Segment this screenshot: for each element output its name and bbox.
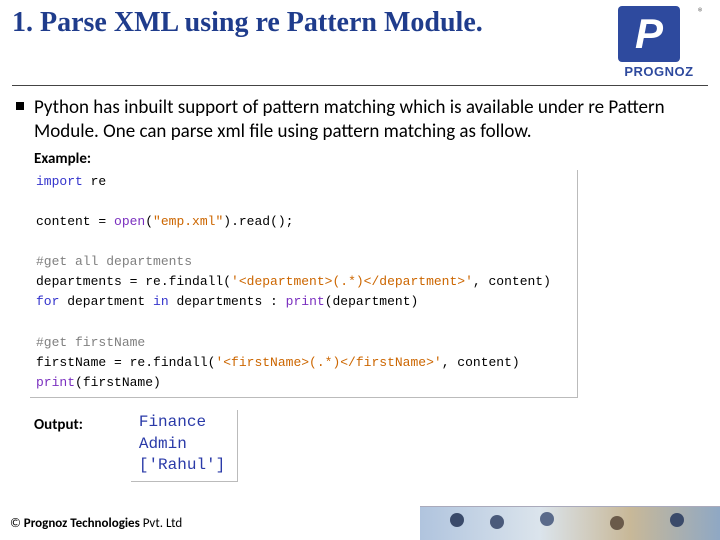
output-line: Finance — [139, 412, 225, 434]
body-paragraph: Python has inbuilt support of pattern ma… — [0, 96, 720, 144]
registered-icon: ® — [698, 6, 704, 20]
code-example: import re content = open("emp.xml").read… — [30, 170, 578, 399]
output-line: Admin — [139, 434, 225, 456]
output-line: ['Rahul'] — [139, 455, 225, 477]
copyright-text: © Prognoz Technologies Pvt. Ltd — [0, 516, 182, 531]
divider — [12, 85, 708, 86]
output-label: Output: — [34, 416, 83, 434]
slide-footer: © Prognoz Technologies Pvt. Ltd — [0, 506, 720, 540]
logo-text: PROGNOZ — [610, 64, 708, 79]
output-box: Finance Admin ['Rahul'] — [131, 410, 238, 482]
bullet-icon — [16, 102, 24, 110]
output-section: Output: Finance Admin ['Rahul'] — [34, 410, 720, 482]
slide-title: 1. Parse XML using re Pattern Module. — [12, 6, 483, 40]
footer-banner-image — [420, 506, 720, 540]
example-label: Example: — [34, 150, 720, 168]
brand-logo: ® P PROGNOZ — [598, 6, 708, 79]
slide-header: 1. Parse XML using re Pattern Module. ® … — [0, 0, 720, 79]
logo-icon: P — [618, 6, 680, 62]
